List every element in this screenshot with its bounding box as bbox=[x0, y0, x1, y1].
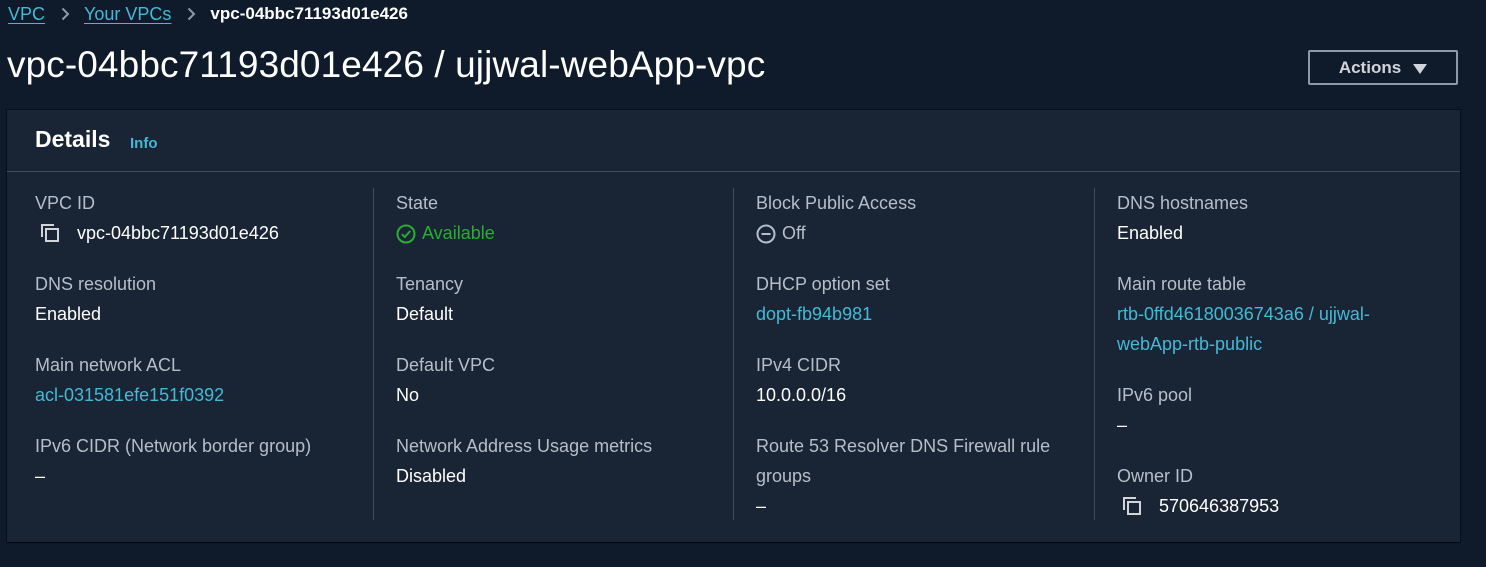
field-tenancy: Tenancy Default bbox=[396, 269, 463, 329]
details-column-2: State Available Tenancy Default Default … bbox=[373, 188, 734, 520]
field-label: DHCP option set bbox=[756, 274, 890, 294]
dhcp-option-set-link[interactable]: dopt-fb94b981 bbox=[756, 299, 890, 329]
field-dns-hostnames: DNS hostnames Enabled bbox=[1117, 188, 1248, 248]
field-ipv4-cidr: IPv4 CIDR 10.0.0.0/16 bbox=[756, 350, 846, 410]
check-circle-icon bbox=[396, 223, 416, 244]
field-ipv6-cidr: IPv6 CIDR (Network border group) – bbox=[35, 431, 311, 491]
field-label: VPC ID bbox=[35, 193, 96, 213]
field-value: Disabled bbox=[396, 466, 467, 486]
field-value: 10.0.0.0/16 bbox=[756, 385, 847, 405]
main-route-table-link[interactable]: rtb-0ffd46180036743a6 / ujjwal- bbox=[1117, 299, 1370, 329]
field-label: Block Public Access bbox=[756, 193, 917, 213]
vpc-details-page: VPC Your VPCs vpc-04bbc71193d01e426 vpc-… bbox=[0, 0, 1486, 567]
field-nau-metrics: Network Address Usage metrics Disabled bbox=[396, 431, 652, 491]
field-value-row: Available bbox=[396, 218, 495, 248]
breadcrumb-vpc-link[interactable]: VPC bbox=[8, 4, 45, 25]
block-public-access-value: Off bbox=[782, 223, 806, 243]
field-state: State Available bbox=[396, 188, 495, 248]
field-ipv6-pool: IPv6 pool – bbox=[1117, 380, 1192, 440]
field-label: Default VPC bbox=[396, 355, 496, 375]
field-main-network-acl: Main network ACL acl-031581efe151f0392 bbox=[35, 350, 224, 410]
field-value: Enabled bbox=[35, 304, 102, 324]
breadcrumb: VPC Your VPCs vpc-04bbc71193d01e426 bbox=[8, 2, 408, 26]
field-label: Route 53 Resolver DNS Firewall rule bbox=[756, 436, 1051, 456]
field-label: IPv6 CIDR (Network border group) bbox=[35, 436, 312, 456]
field-value-row: vpc-04bbc71193d01e426 bbox=[35, 218, 279, 248]
details-title: Details bbox=[35, 126, 111, 152]
copy-icon[interactable] bbox=[1121, 495, 1143, 517]
breadcrumb-current: vpc-04bbc71193d01e426 bbox=[210, 4, 408, 23]
field-block-public-access: Block Public Access Off bbox=[756, 188, 916, 248]
field-label: Main network ACL bbox=[35, 355, 182, 375]
field-value: No bbox=[396, 385, 420, 405]
field-label: Network Address Usage metrics bbox=[396, 436, 653, 456]
field-value-row: Off bbox=[756, 218, 916, 248]
field-route53-firewall: Route 53 Resolver DNS Firewall rule grou… bbox=[756, 431, 1050, 521]
field-label: Tenancy bbox=[396, 274, 464, 294]
vpc-id-value: vpc-04bbc71193d01e426 bbox=[77, 223, 279, 243]
field-dhcp-option-set: DHCP option set dopt-fb94b981 bbox=[756, 269, 890, 329]
page-title: vpc-04bbc71193d01e426 / ujjwal-webApp-vp… bbox=[7, 44, 766, 85]
caret-down-icon bbox=[1413, 63, 1428, 74]
field-value: Enabled bbox=[1117, 223, 1184, 243]
field-dns-resolution: DNS resolution Enabled bbox=[35, 269, 156, 329]
field-vpc-id: VPC ID vpc-04bbc71193d01e426 bbox=[35, 188, 279, 248]
field-value: – bbox=[1117, 415, 1128, 435]
breadcrumb-your-vpcs-link[interactable]: Your VPCs bbox=[84, 4, 171, 25]
chevron-right-icon bbox=[61, 7, 70, 21]
field-main-route-table: Main route table rtb-0ffd46180036743a6 /… bbox=[1117, 269, 1370, 359]
details-panel: Details Info VPC ID vpc-04bbc71193d01e42… bbox=[7, 110, 1460, 542]
info-link[interactable]: Info bbox=[130, 135, 158, 152]
actions-button-label: Actions bbox=[1338, 57, 1402, 77]
actions-button[interactable]: Actions bbox=[1308, 50, 1458, 85]
field-value: Default bbox=[396, 304, 454, 324]
chevron-right-icon bbox=[187, 7, 196, 21]
details-header: Details Info bbox=[7, 110, 1460, 172]
field-value-row: 570646387953 bbox=[1117, 491, 1279, 521]
field-label: groups bbox=[756, 466, 812, 486]
field-label: Main route table bbox=[1117, 274, 1247, 294]
field-default-vpc: Default VPC No bbox=[396, 350, 495, 410]
details-column-4: DNS hostnames Enabled Main route table r… bbox=[1094, 188, 1435, 520]
field-value: – bbox=[756, 496, 767, 516]
copy-icon[interactable] bbox=[39, 222, 61, 244]
main-route-table-link-cont[interactable]: webApp-rtb-public bbox=[1117, 329, 1370, 359]
state-value: Available bbox=[422, 223, 495, 243]
details-column-1: VPC ID vpc-04bbc71193d01e426 DNS resolut… bbox=[35, 188, 365, 520]
field-label: Owner ID bbox=[1117, 466, 1194, 486]
field-label: IPv4 CIDR bbox=[756, 355, 842, 375]
main-network-acl-link[interactable]: acl-031581efe151f0392 bbox=[35, 380, 224, 410]
field-label: State bbox=[396, 193, 439, 213]
field-owner-id: Owner ID 570646387953 bbox=[1117, 461, 1279, 521]
minus-circle-icon bbox=[756, 223, 776, 244]
owner-id-value: 570646387953 bbox=[1159, 496, 1280, 516]
field-value: – bbox=[35, 466, 46, 486]
field-label: DNS resolution bbox=[35, 274, 157, 294]
details-column-3: Block Public Access Off DHCP option set … bbox=[733, 188, 1094, 520]
field-label: DNS hostnames bbox=[1117, 193, 1249, 213]
field-label: IPv6 pool bbox=[1117, 385, 1193, 405]
